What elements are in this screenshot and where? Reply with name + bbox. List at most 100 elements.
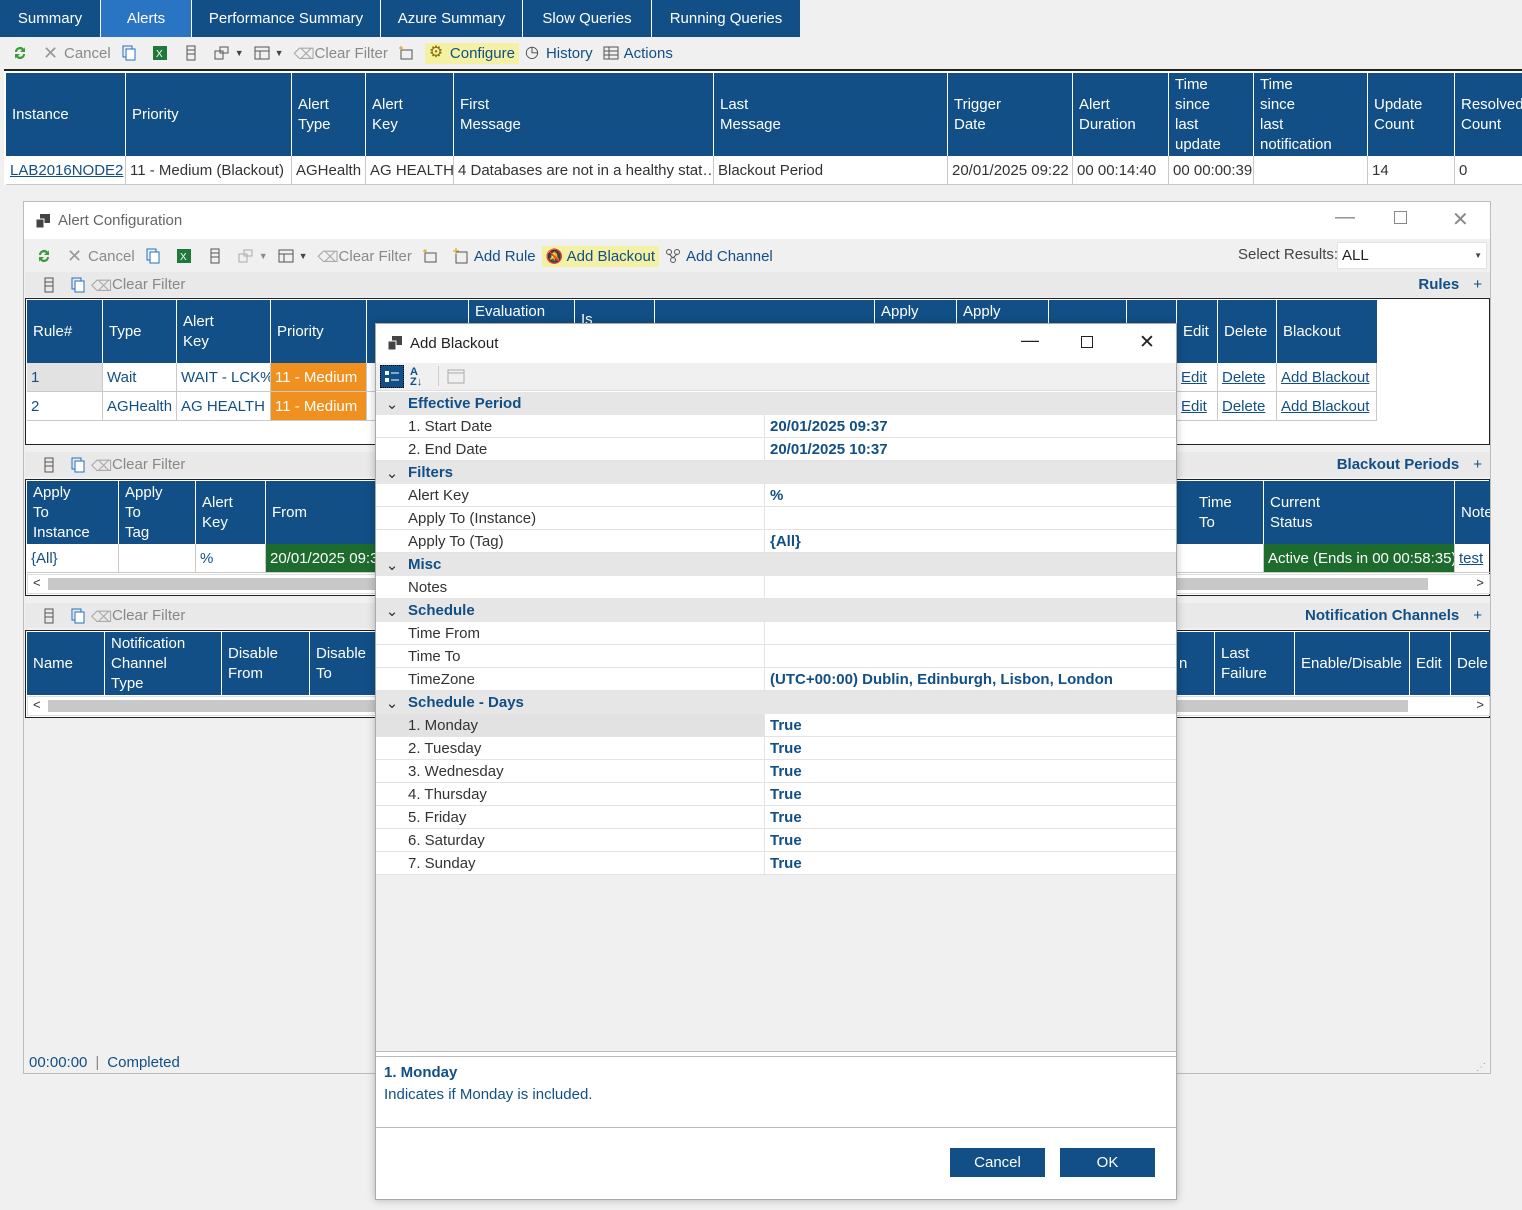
arrow-left-icon[interactable]: <	[33, 697, 41, 712]
cancel-button[interactable]: ✕ Cancel	[63, 246, 139, 267]
clear-filter-button[interactable]: Clear Filter	[112, 607, 185, 624]
col-time-to[interactable]: Time To	[1193, 481, 1264, 544]
col-disable-from[interactable]: Disable From	[222, 632, 310, 695]
group-button[interactable]: ▼	[210, 43, 248, 63]
category-effective-period[interactable]: ⌄ Effective Period	[376, 392, 1176, 415]
ok-button[interactable]: OK	[1060, 1148, 1155, 1177]
property-pages-icon[interactable]	[447, 369, 465, 384]
categorized-button[interactable]	[380, 365, 404, 388]
property-row[interactable]: 4. Thursday True	[376, 783, 1176, 806]
property-row[interactable]: Apply To (Instance)	[376, 507, 1176, 530]
col-trigger-date[interactable]: Trigger Date	[948, 73, 1073, 156]
property-row[interactable]: Time From	[376, 622, 1176, 645]
col-alert-key[interactable]: Alert Key	[196, 481, 266, 544]
columns-icon[interactable]	[41, 608, 57, 624]
property-row[interactable]: 5. Friday True	[376, 806, 1176, 829]
columns-button[interactable]	[179, 43, 208, 63]
col-apply-to-tag[interactable]: Apply To Tag	[119, 481, 196, 544]
minimize-icon[interactable]: —	[1335, 206, 1355, 229]
columns-icon[interactable]	[41, 457, 57, 473]
col-time-since-notification[interactable]: Time since last notification	[1254, 73, 1368, 156]
col-current-status[interactable]: Current Status	[1264, 481, 1455, 544]
property-row[interactable]: 2. End Date 20/01/2025 10:37	[376, 438, 1176, 461]
cancel-button[interactable]: ✕ Cancel	[39, 43, 115, 64]
delete-link[interactable]: Delete	[1218, 392, 1277, 420]
col-last-failure[interactable]: Last Failure	[1215, 632, 1295, 695]
copy-icon[interactable]	[70, 277, 86, 293]
col-rule-num[interactable]: Rule#	[27, 300, 103, 363]
col-instance[interactable]: Instance	[6, 73, 126, 156]
history-button[interactable]: ◷ History	[521, 43, 597, 64]
clear-filter-button[interactable]: ⌫ Clear Filter	[314, 246, 416, 267]
col-apply-to-instance[interactable]: Apply To Instance	[27, 481, 119, 544]
excel-button[interactable]: X	[172, 246, 201, 266]
tab-azure-summary[interactable]: Azure Summary	[381, 0, 523, 37]
property-row[interactable]: 2. Tuesday True	[376, 737, 1176, 760]
clear-filter-button[interactable]: Clear Filter	[112, 456, 185, 473]
arrow-left-icon[interactable]: <	[33, 575, 41, 590]
col-time-since-update[interactable]: Time since last update	[1169, 73, 1254, 156]
property-row[interactable]: 1. Monday True	[376, 714, 1176, 737]
add-blackout-link[interactable]: Add Blackout	[1277, 363, 1377, 391]
tab-slow-queries[interactable]: Slow Queries	[523, 0, 652, 37]
col-resolved-count[interactable]: Resolved Count	[1455, 73, 1522, 156]
add-channel-button[interactable]: Add Channel	[661, 246, 777, 267]
clear-filter-button[interactable]: Clear Filter	[112, 276, 185, 293]
col-alert-key[interactable]: Alert Key	[177, 300, 271, 363]
col-edit[interactable]: Edit	[1410, 632, 1451, 695]
expand-icon[interactable]: +	[1473, 456, 1482, 473]
col-type[interactable]: Type	[103, 300, 177, 363]
arrow-right-icon[interactable]: >	[1476, 697, 1484, 712]
columns-button[interactable]	[203, 246, 232, 266]
new-window-button[interactable]	[418, 246, 447, 266]
minimize-icon[interactable]: —	[1021, 330, 1039, 351]
col-name[interactable]: Name	[27, 632, 105, 695]
category-schedule[interactable]: ⌄ Schedule	[376, 599, 1176, 622]
layout-button[interactable]: ▼	[274, 246, 312, 266]
property-row[interactable]: 3. Wednesday True	[376, 760, 1176, 783]
columns-icon[interactable]	[41, 277, 57, 293]
refresh-button[interactable]	[8, 43, 37, 63]
table-row[interactable]: LAB2016NODE2 11 - Medium (Blackout) AGHe…	[6, 156, 1522, 185]
col-enable-disable[interactable]: Enable/Disable	[1295, 632, 1410, 695]
copy-icon[interactable]	[70, 457, 86, 473]
col-priority[interactable]: Priority	[126, 73, 292, 156]
col-alert-duration[interactable]: Alert Duration	[1073, 73, 1169, 156]
property-row[interactable]: Alert Key%	[376, 484, 1176, 507]
tab-alerts[interactable]: Alerts	[101, 0, 192, 37]
maximize-icon[interactable]	[1394, 211, 1407, 224]
instance-link[interactable]: LAB2016NODE2	[6, 156, 126, 184]
category-filters[interactable]: ⌄ Filters	[376, 461, 1176, 484]
property-row[interactable]: 6. Saturday True	[376, 829, 1176, 852]
sort-az-button[interactable]: A Z↓	[410, 367, 432, 388]
new-window-button[interactable]	[394, 43, 423, 63]
col-last-message[interactable]: Last Message	[714, 73, 948, 156]
col-first-message[interactable]: First Message	[454, 73, 714, 156]
col-update-count[interactable]: Update Count	[1368, 73, 1455, 156]
actions-button[interactable]: Actions	[599, 43, 677, 64]
property-row[interactable]: TimeZone (UTC+00:00) Dublin, Edinburgh, L…	[376, 668, 1176, 691]
copy-button[interactable]	[117, 43, 146, 63]
col-blackout[interactable]: Blackout	[1277, 300, 1377, 363]
excel-button[interactable]: X	[148, 43, 177, 63]
delete-link[interactable]: Delete	[1218, 363, 1277, 391]
col-priority[interactable]: Priority	[271, 300, 367, 363]
arrow-right-icon[interactable]: >	[1476, 575, 1484, 590]
copy-button[interactable]	[141, 246, 170, 266]
group-button[interactable]: ▼	[234, 246, 272, 266]
edit-link[interactable]: Edit	[1177, 392, 1218, 420]
col-alert-key[interactable]: Alert Key	[366, 73, 454, 156]
maximize-icon[interactable]	[1081, 336, 1093, 348]
copy-icon[interactable]	[70, 608, 86, 624]
refresh-button[interactable]	[32, 246, 61, 266]
expand-icon[interactable]: +	[1473, 276, 1482, 293]
col-alert-type[interactable]: Alert Type	[292, 73, 366, 156]
select-results-dropdown[interactable]: ALL ▼	[1337, 242, 1487, 269]
add-blackout-button[interactable]: 🔕 Add Blackout	[541, 245, 660, 267]
layout-button[interactable]: ▼	[250, 43, 288, 63]
close-icon[interactable]: ✕	[1452, 207, 1469, 232]
property-row[interactable]: Notes	[376, 576, 1176, 599]
category-schedule-days[interactable]: ⌄ Schedule - Days	[376, 691, 1176, 714]
col-delete[interactable]: Dele	[1451, 632, 1490, 695]
tab-performance-summary[interactable]: Performance Summary	[192, 0, 381, 37]
